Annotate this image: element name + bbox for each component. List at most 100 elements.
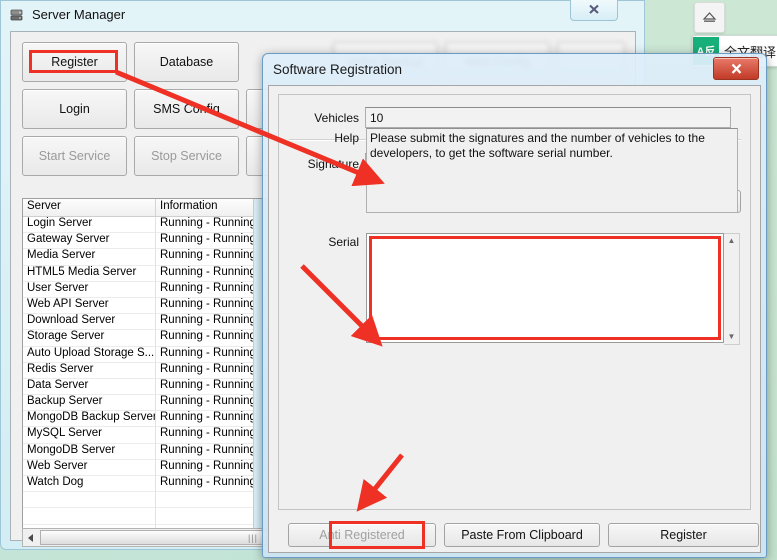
sms-config-button[interactable]: SMS Config [134, 89, 239, 129]
table-row[interactable]: MongoDB ServerRunning - Running [23, 444, 268, 460]
server-list-header: Server Information [23, 199, 268, 217]
dialog-title: Software Registration [273, 62, 402, 77]
table-row[interactable]: HTML5 Media ServerRunning - Running [23, 266, 268, 282]
paste-from-clipboard-button[interactable]: Paste From Clipboard [444, 523, 600, 547]
scroll-thumb[interactable]: ||| [40, 530, 267, 545]
table-row[interactable] [23, 508, 268, 524]
register-button-highlight [29, 50, 118, 73]
cell-server: MySQL Server [23, 427, 156, 443]
table-row[interactable]: Gateway ServerRunning - Running [23, 233, 268, 249]
table-row[interactable]: User ServerRunning - Running [23, 282, 268, 298]
cell-server: Gateway Server [23, 233, 156, 249]
serial-scrollbar[interactable]: ▲ ▼ [724, 233, 740, 345]
help-text: Please submit the signatures and the num… [366, 128, 738, 213]
cell-information: Running - Running [156, 249, 268, 265]
table-row[interactable]: Watch DogRunning - Running [23, 476, 268, 492]
dialog-footer: Anti Registered Paste From Clipboard Reg… [288, 523, 759, 557]
cell-server: Redis Server [23, 363, 156, 379]
table-row[interactable]: Web API ServerRunning - Running [23, 298, 268, 314]
cell-information: Running - Running [156, 266, 268, 282]
scroll-down-arrow[interactable]: ▼ [728, 330, 736, 344]
table-row[interactable]: Backup ServerRunning - Running [23, 395, 268, 411]
cell-information: Running - Running [156, 411, 268, 427]
cell-server: Data Server [23, 379, 156, 395]
close-icon [588, 4, 600, 15]
cell-server: Login Server [23, 217, 156, 233]
cell-information: Running - Running [156, 347, 268, 363]
help-label: Help [279, 131, 359, 145]
table-row[interactable]: Web ServerRunning - Running [23, 460, 268, 476]
scroll-up-arrow[interactable]: ▲ [728, 234, 736, 248]
table-row[interactable]: Data ServerRunning - Running [23, 379, 268, 395]
cell-information: Running - Running [156, 233, 268, 249]
cell-information: Running - Running [156, 330, 268, 346]
table-row[interactable]: Download ServerRunning - Running [23, 314, 268, 330]
table-row[interactable]: Login ServerRunning - Running [23, 217, 268, 233]
database-button[interactable]: Database [134, 42, 239, 82]
cell-server: MongoDB Backup Server [23, 411, 156, 427]
table-row[interactable]: Redis ServerRunning - Running [23, 363, 268, 379]
cell-server: MongoDB Server [23, 444, 156, 460]
anti-registered-highlight [329, 521, 425, 549]
server-list-body: Login ServerRunning - RunningGateway Ser… [23, 217, 268, 530]
server-list-horizontal-scrollbar[interactable]: ||| [22, 528, 269, 547]
eject-glyph [702, 11, 717, 24]
cell-server: Watch Dog [23, 476, 156, 492]
cell-server: Web API Server [23, 298, 156, 314]
vehicles-field[interactable]: 10 [365, 107, 731, 128]
main-window-close-button[interactable] [570, 0, 618, 21]
serial-input-highlight [369, 236, 721, 340]
cell-server: Backup Server [23, 395, 156, 411]
cell-information: Running - Running [156, 298, 268, 314]
cell-server: Storage Server [23, 330, 156, 346]
login-button[interactable]: Login [22, 89, 127, 129]
cell-server: Web Server [23, 460, 156, 476]
cell-information: Running - Running [156, 282, 268, 298]
table-row[interactable]: Storage ServerRunning - Running [23, 330, 268, 346]
start-service-button[interactable]: Start Service [22, 136, 127, 176]
close-icon [730, 63, 743, 75]
cell-information: Running - Running [156, 314, 268, 330]
table-row[interactable]: MongoDB Backup ServerRunning - Running [23, 411, 268, 427]
cell-information: Running - Running [156, 427, 268, 443]
table-row[interactable]: Media ServerRunning - Running [23, 249, 268, 265]
cell-server: User Server [23, 282, 156, 298]
dialog-body: Vehicles 10 Signature 000000000000000004… [268, 85, 761, 553]
cell-server: Auto Upload Storage S... [23, 347, 156, 363]
register-dialog-button[interactable]: Register [608, 523, 759, 547]
cell-server: HTML5 Media Server [23, 266, 156, 282]
signature-label: Signature [279, 157, 359, 171]
table-row[interactable]: MySQL ServerRunning - Running [23, 427, 268, 443]
software-registration-dialog: Software Registration Vehicles 10 Signat… [262, 53, 767, 558]
column-header-information[interactable]: Information [156, 199, 268, 216]
cell-information [156, 508, 268, 524]
server-manager-icon [9, 6, 26, 23]
page-title: Server Manager [32, 7, 125, 22]
vehicles-row: Vehicles 10 [279, 107, 750, 128]
cell-information [156, 492, 268, 508]
dialog-close-button[interactable] [713, 57, 759, 80]
stop-service-button[interactable]: Stop Service [134, 136, 239, 176]
main-titlebar: Server Manager [1, 1, 644, 27]
cell-information: Running - Running [156, 444, 268, 460]
chevron-left-icon [28, 534, 35, 542]
cell-information: Running - Running [156, 460, 268, 476]
cell-server: Download Server [23, 314, 156, 330]
cell-information: Running - Running [156, 395, 268, 411]
column-header-server[interactable]: Server [23, 199, 156, 216]
cell-server [23, 508, 156, 524]
table-row[interactable] [23, 492, 268, 508]
eject-icon[interactable] [694, 2, 725, 33]
vehicles-label: Vehicles [279, 111, 359, 125]
cell-information: Running - Running [156, 476, 268, 492]
server-list[interactable]: Server Information Login ServerRunning -… [22, 198, 269, 530]
dialog-titlebar: Software Registration [263, 54, 766, 84]
serial-label: Serial [279, 235, 359, 249]
cell-server [23, 492, 156, 508]
table-row[interactable]: Auto Upload Storage S...Running - Runnin… [23, 347, 268, 363]
cell-information: Running - Running [156, 379, 268, 395]
dialog-field-group: Vehicles 10 Signature 000000000000000004… [278, 94, 751, 510]
cell-information: Running - Running [156, 217, 268, 233]
cell-server: Media Server [23, 249, 156, 265]
scroll-left-arrow[interactable] [23, 530, 39, 545]
